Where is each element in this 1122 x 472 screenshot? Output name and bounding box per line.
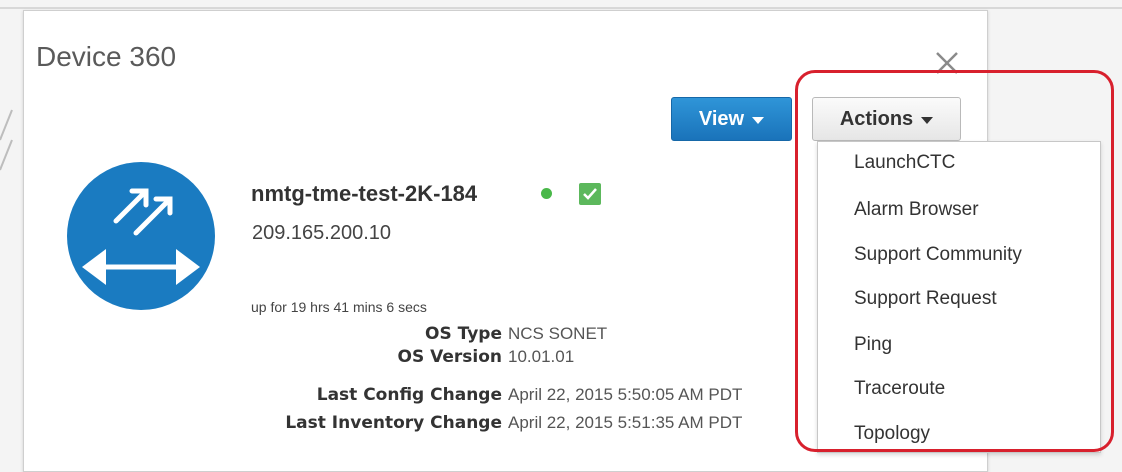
- property-value: NCS SONET: [508, 324, 608, 343]
- property-value: April 22, 2015 5:50:05 AM PDT: [508, 385, 743, 404]
- device-name: nmtg-tme-test-2K-184: [251, 181, 478, 206]
- chevron-down-icon: [752, 116, 765, 124]
- device-ip-address: 209.165.200.10: [252, 222, 392, 244]
- property-label: Last Config Change: [316, 385, 502, 405]
- device-type-icon: [67, 162, 215, 310]
- dialog-title: Device 360: [36, 41, 177, 72]
- property-row-os-version: OS Version: [24, 347, 502, 371]
- property-row-last-inventory-change: Last Inventory Change: [24, 413, 502, 437]
- property-label: Last Inventory Change: [285, 413, 502, 433]
- property-row-last-config-change: Last Config Change: [24, 385, 502, 409]
- view-button-label: View: [698, 107, 745, 130]
- property-row-os-type: OS Type: [24, 324, 502, 348]
- status-indicator: [541, 188, 552, 199]
- property-label: OS Version: [397, 347, 502, 367]
- property-value: 10.01.01: [508, 347, 575, 366]
- property-value: April 22, 2015 5:51:35 AM PDT: [508, 413, 743, 432]
- annotation-highlight-box: [795, 70, 1114, 452]
- property-label: OS Type: [425, 324, 502, 344]
- view-button[interactable]: View: [671, 97, 792, 141]
- device-uptime: up for 19 hrs 41 mins 6 secs: [251, 299, 427, 315]
- checkmark-icon: [579, 183, 601, 205]
